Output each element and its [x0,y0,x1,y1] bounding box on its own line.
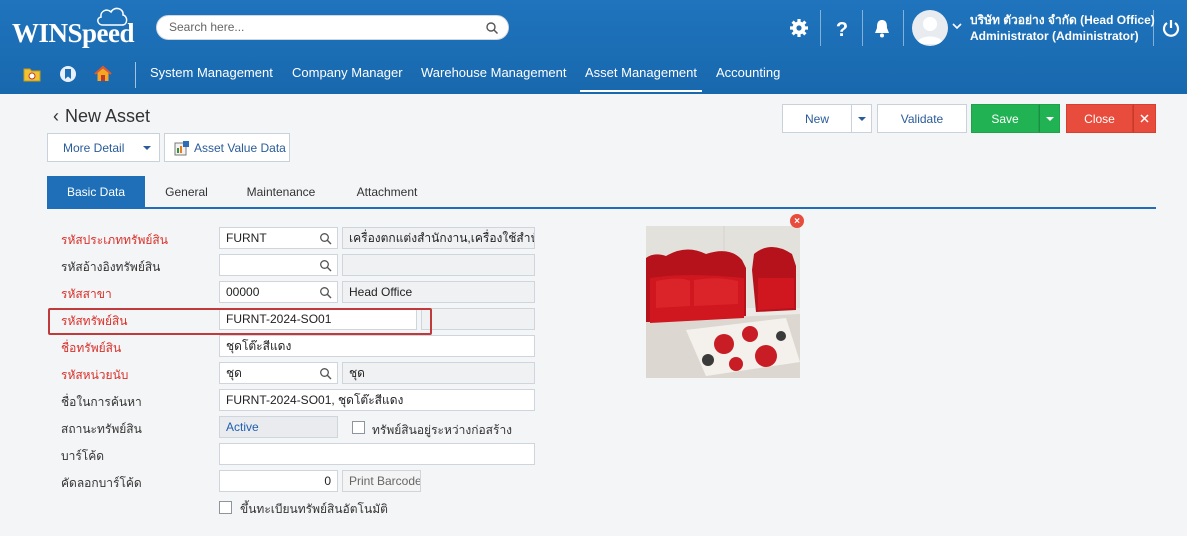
under-construction-checkbox[interactable] [352,421,365,434]
search-box[interactable] [156,15,509,40]
gear-icon[interactable] [788,17,810,39]
power-icon[interactable] [1160,17,1182,39]
company-name: บริษัท ตัวอย่าง จำกัด (Head Office) [970,13,1155,27]
header-divider [1153,10,1154,46]
auto-register-checkbox[interactable] [219,501,232,514]
user-name: Administrator (Administrator) [970,29,1139,43]
asset-type-code-label: รหัสประเภททรัพย์สิน [61,233,168,247]
asset-code-extra-field [421,308,535,330]
close-icon [1140,114,1149,123]
search-icon[interactable] [319,367,332,380]
nav-divider [135,62,136,88]
barcode-field[interactable] [219,443,535,465]
search-icon[interactable] [319,232,332,245]
menu-system-management[interactable]: System Management [150,65,273,80]
unit-desc-field: ชุด [342,362,535,384]
back-arrow-icon[interactable]: ‹ [53,106,59,127]
menu-accounting[interactable]: Accounting [716,65,780,80]
user-info[interactable]: บริษัท ตัวอย่าง จำกัด (Head Office) Admi… [970,12,1155,44]
chevron-down-icon[interactable] [952,22,962,30]
search-name-field[interactable]: FURNT-2024-SO01, ชุดโต๊ะสีแดง [219,389,535,411]
header-divider [903,10,904,46]
more-detail-button[interactable]: More Detail [47,133,160,162]
header-divider [862,10,863,46]
more-detail-label: More Detail [63,140,125,155]
asset-value-data-button[interactable]: Asset Value Data [164,133,290,162]
print-barcode-button[interactable]: Print Barcode [342,470,421,492]
ref-asset-code-field[interactable] [219,254,338,276]
save-dropdown-button[interactable] [1039,104,1060,133]
folder-icon[interactable] [22,64,42,84]
tab-underline [47,207,1156,209]
asset-status-label: สถานะทรัพย์สิน [61,422,142,436]
svg-text:?: ? [836,19,848,39]
under-construction-label: ทรัพย์สินอยู่ระหว่างก่อสร้าง [372,423,513,437]
bookmark-icon[interactable] [58,64,78,84]
branch-code-field[interactable]: 00000 [219,281,338,303]
search-icon[interactable] [485,21,499,35]
chevron-down-icon [1045,116,1054,121]
branch-desc-field: Head Office [342,281,535,303]
asset-value-data-label: Asset Value Data [194,140,286,155]
user-icon [917,17,943,44]
tab-general[interactable]: General [145,176,228,207]
auto-register-label: ขึ้นทะเบียนทรัพย์สินอัตโนมัติ [240,502,388,516]
home-icon[interactable] [93,64,113,84]
save-button[interactable]: Save [971,104,1039,133]
asset-value-icon [174,140,189,155]
close-x-button[interactable] [1133,104,1156,133]
barcode-label: บาร์โค้ด [61,449,105,463]
remove-image-icon[interactable]: × [790,214,804,228]
page-title[interactable]: ‹ New Asset [53,106,150,127]
tab-basic-data[interactable]: Basic Data [47,176,145,207]
asset-type-code-field[interactable]: FURNT [219,227,338,249]
search-icon[interactable] [319,259,332,272]
highlight-box [48,308,432,335]
header-divider [820,10,821,46]
asset-image[interactable] [646,226,800,378]
copy-barcode-label: คัดลอกบาร์โค้ด [61,476,142,490]
ref-asset-code-label: รหัสอ้างอิงทรัพย์สิน [61,260,161,274]
asset-status-field: Active [219,416,338,438]
top-header: WINSpeed ? บริษัท ตัวอย่าง จำ [0,0,1187,94]
avatar[interactable] [912,10,948,46]
tab-attachment[interactable]: Attachment [334,176,440,207]
unit-code-field[interactable]: ชุด [219,362,338,384]
new-button[interactable]: New [782,104,851,133]
chevron-down-icon [143,146,151,150]
branch-code-label: รหัสสาขา [61,287,112,301]
new-dropdown-button[interactable] [851,104,872,133]
asset-type-desc-field: เครื่องตกแต่งสำนักงาน,เครื่องใช้สำนั [342,227,535,249]
search-name-label: ชื่อในการค้นหา [61,395,142,409]
sofa-photo [646,226,800,378]
asset-name-field[interactable]: ชุดโต๊ะสีแดง [219,335,535,357]
copy-barcode-field[interactable]: 0 [219,470,338,492]
search-icon[interactable] [319,286,332,299]
unit-code-label: รหัสหน่วยนับ [61,368,129,382]
tab-maintenance[interactable]: Maintenance [228,176,334,207]
cloud-icon [97,7,128,26]
asset-name-label: ชื่อทรัพย์สิน [61,341,122,355]
bell-icon[interactable] [871,17,893,39]
chevron-down-icon [857,116,866,121]
search-input[interactable] [169,20,479,34]
help-icon[interactable]: ? [831,17,853,39]
validate-button[interactable]: Validate [877,104,967,133]
menu-company-manager[interactable]: Company Manager [292,65,403,80]
main-nav: System Management Company Manager Wareho… [0,56,1187,94]
menu-warehouse-management[interactable]: Warehouse Management [421,65,567,80]
close-button[interactable]: Close [1066,104,1133,133]
ref-asset-desc-field [342,254,535,276]
menu-asset-management[interactable]: Asset Management [579,65,703,92]
